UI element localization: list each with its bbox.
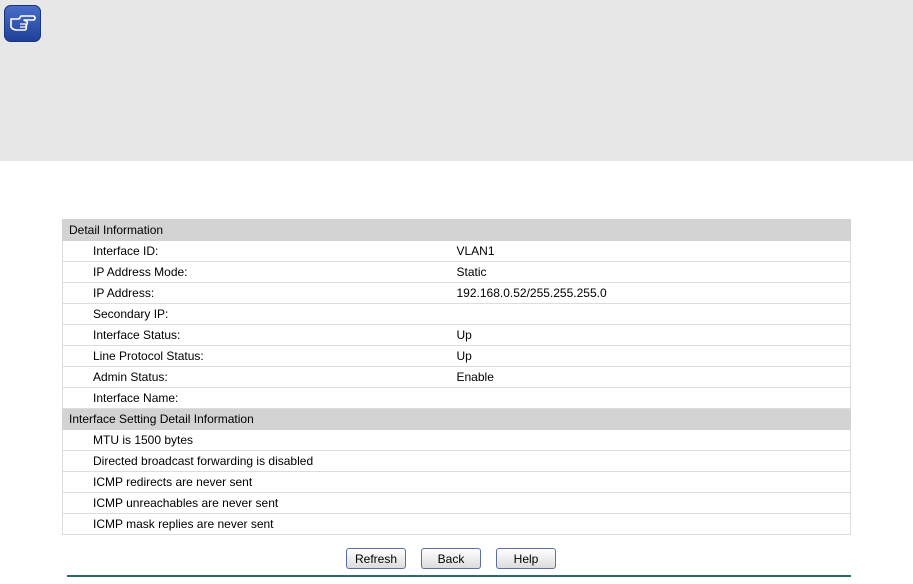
table-row: Interface ID: VLAN1 (62, 240, 851, 262)
row-label: Secondary IP: (62, 303, 457, 325)
table-row: IP Address: 192.168.0.52/255.255.255.0 (62, 282, 851, 304)
table-row: ICMP mask replies are never sent (62, 513, 851, 535)
setting-line: ICMP redirects are never sent (62, 471, 851, 493)
table-row: Directed broadcast forwarding is disable… (62, 450, 851, 472)
button-row: Refresh Back Help (0, 548, 913, 570)
table-row: IP Address Mode: Static (62, 261, 851, 283)
detail-table: Detail Information Interface ID: VLAN1 I… (62, 219, 851, 535)
row-value: VLAN1 (456, 240, 851, 262)
row-label: Admin Status: (62, 366, 457, 388)
row-value: Enable (456, 366, 851, 388)
row-value: Static (456, 261, 851, 283)
table-row: Interface Status: Up (62, 324, 851, 346)
detail-information-header: Detail Information (62, 219, 851, 241)
table-row: ICMP redirects are never sent (62, 471, 851, 493)
row-label: Interface ID: (62, 240, 457, 262)
interface-setting-header-row: Interface Setting Detail Information (62, 408, 851, 430)
setting-line: ICMP unreachables are never sent (62, 492, 851, 514)
row-value: Up (456, 345, 851, 367)
footer-divider (67, 575, 851, 577)
interface-setting-header: Interface Setting Detail Information (62, 408, 851, 430)
refresh-button[interactable]: Refresh (346, 548, 406, 569)
table-row: Interface Name: (62, 387, 851, 409)
setting-line: Directed broadcast forwarding is disable… (62, 450, 851, 472)
row-label: IP Address: (62, 282, 457, 304)
detail-information-header-row: Detail Information (62, 219, 851, 241)
table-row: ICMP unreachables are never sent (62, 492, 851, 514)
table-row: Secondary IP: (62, 303, 851, 325)
back-button[interactable]: Back (421, 548, 481, 569)
row-value: 192.168.0.52/255.255.255.0 (456, 282, 851, 304)
setting-line: MTU is 1500 bytes (62, 429, 851, 451)
row-label: Interface Name: (62, 387, 457, 409)
table-row: Line Protocol Status: Up (62, 345, 851, 367)
note-panel (0, 0, 913, 161)
table-row: MTU is 1500 bytes (62, 429, 851, 451)
row-label: Interface Status: (62, 324, 457, 346)
row-value (456, 387, 851, 409)
row-value: Up (456, 324, 851, 346)
table-row: Admin Status: Enable (62, 366, 851, 388)
setting-line: ICMP mask replies are never sent (62, 513, 851, 535)
pointing-hand-icon (4, 5, 41, 42)
help-button[interactable]: Help (496, 548, 556, 569)
row-label: Line Protocol Status: (62, 345, 457, 367)
row-value (456, 303, 851, 325)
row-label: IP Address Mode: (62, 261, 457, 283)
